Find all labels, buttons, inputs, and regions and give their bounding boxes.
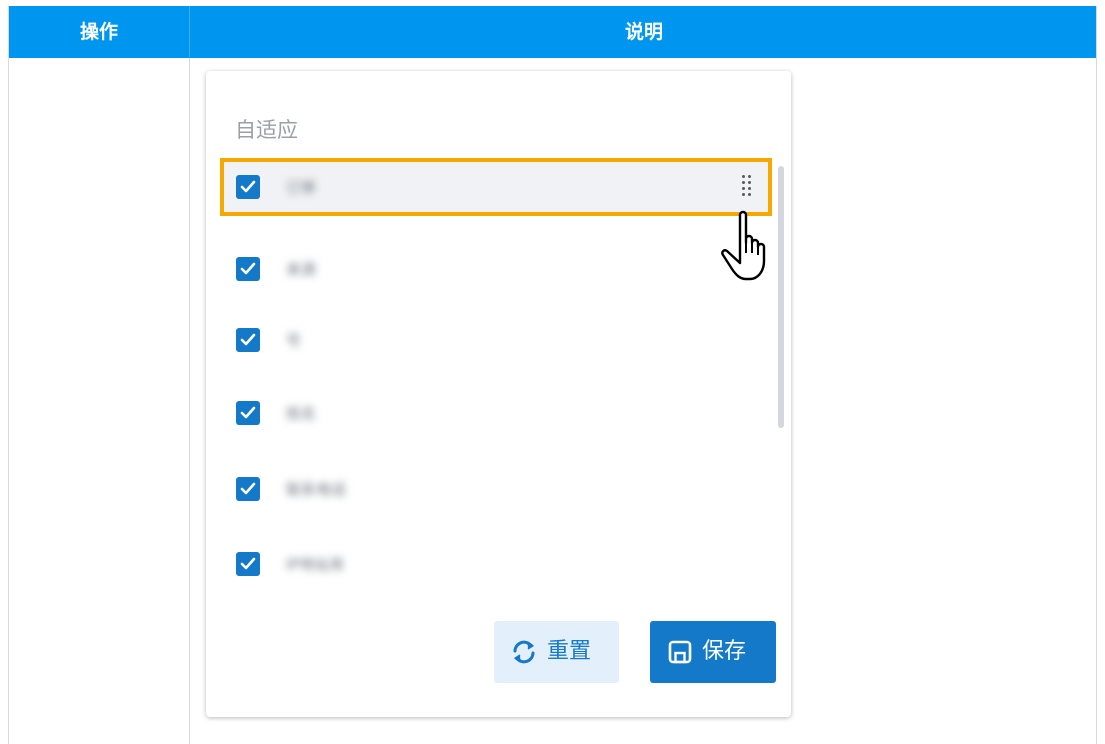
hand-pointer-cursor bbox=[721, 210, 766, 281]
column-item-label: 姓名 bbox=[286, 404, 317, 423]
check-icon bbox=[240, 262, 256, 275]
column-checkbox[interactable] bbox=[236, 401, 260, 425]
scrollbar-thumb[interactable] bbox=[778, 166, 784, 428]
check-icon bbox=[240, 333, 256, 346]
check-icon bbox=[240, 557, 256, 570]
column-divider bbox=[189, 58, 190, 744]
column-item[interactable]: 联系电话 bbox=[220, 460, 772, 518]
column-item-label: 订单 bbox=[286, 178, 317, 197]
drag-handle-icon[interactable] bbox=[742, 175, 752, 201]
column-checkbox[interactable] bbox=[236, 477, 260, 501]
column-item[interactable]: 姓名 bbox=[220, 384, 772, 442]
column-item[interactable]: 订单 bbox=[220, 158, 772, 216]
save-icon bbox=[668, 640, 692, 664]
save-button[interactable]: 保存 bbox=[650, 621, 776, 683]
column-checkbox[interactable] bbox=[236, 328, 260, 352]
reset-button-label: 重置 bbox=[547, 639, 592, 664]
column-item-label: 来源 bbox=[286, 260, 317, 279]
column-item-label: IP地址库 bbox=[286, 555, 345, 574]
table-header-row: 操作 说明 bbox=[9, 6, 1096, 58]
column-item-label: 联系电话 bbox=[286, 480, 347, 499]
header-cell-operation: 操作 bbox=[79, 21, 118, 43]
column-checkbox[interactable] bbox=[236, 552, 260, 576]
column-item[interactable]: IP地址库 bbox=[220, 535, 772, 593]
panel-title: 自适应 bbox=[235, 118, 298, 142]
header-cell-description: 说明 bbox=[189, 6, 1098, 58]
column-item-label: 号 bbox=[286, 331, 302, 350]
column-checkbox[interactable] bbox=[236, 175, 260, 199]
column-settings-panel: 自适应 订单 来源 号 姓名 联系电话 IP地址库 重置 保存 bbox=[206, 71, 791, 717]
column-item[interactable]: 号 bbox=[220, 311, 772, 369]
save-button-label: 保存 bbox=[702, 639, 747, 664]
reset-button[interactable]: 重置 bbox=[494, 621, 619, 683]
column-item[interactable]: 来源 bbox=[220, 240, 772, 298]
check-icon bbox=[240, 482, 256, 495]
column-checkbox[interactable] bbox=[236, 257, 260, 281]
refresh-icon bbox=[513, 640, 535, 664]
check-icon bbox=[240, 180, 256, 193]
scrollbar[interactable] bbox=[778, 166, 784, 428]
check-icon bbox=[240, 406, 256, 419]
